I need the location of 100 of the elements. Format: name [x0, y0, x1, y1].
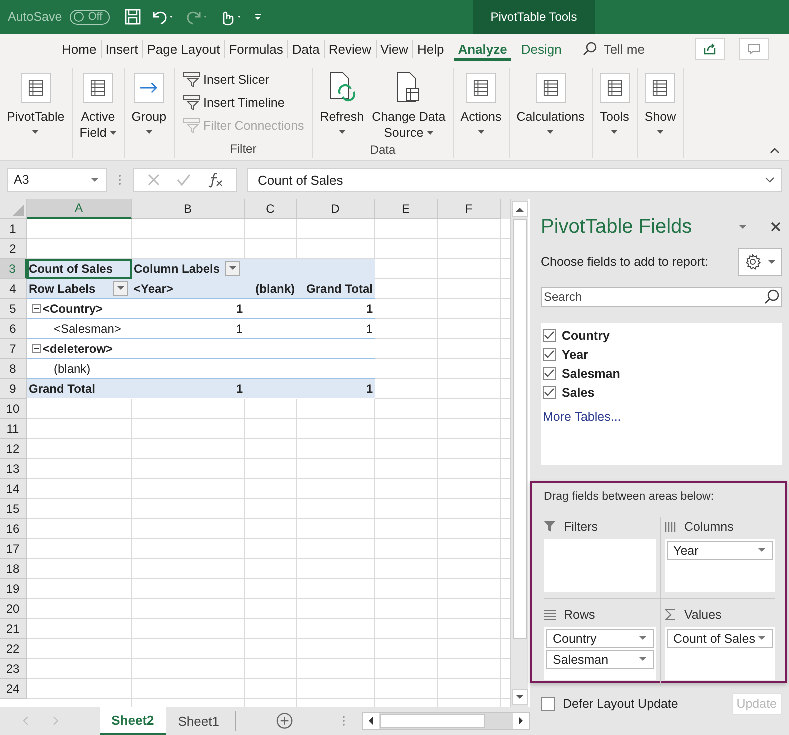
- ribbon-button[interactable]: Insert Timeline: [178, 91, 308, 114]
- row-header[interactable]: 1: [0, 219, 27, 239]
- collapse-icon[interactable]: [32, 344, 41, 353]
- scroll-thumb[interactable]: [380, 714, 485, 728]
- field-checkbox[interactable]: [543, 348, 556, 361]
- ribbon-tab[interactable]: Insert: [102, 37, 142, 61]
- sheet-tab[interactable]: Sheet1: [166, 707, 232, 735]
- column-header[interactable]: A: [27, 199, 132, 219]
- area-drop-zone[interactable]: Count of Sales: [664, 627, 775, 680]
- ribbon-button[interactable]: Calculations: [514, 68, 588, 158]
- pane-options-icon[interactable]: [738, 224, 748, 230]
- field-chip[interactable]: Salesman: [546, 650, 654, 669]
- row-header[interactable]: 23: [0, 659, 27, 679]
- row-header[interactable]: 8: [0, 359, 27, 379]
- row-header[interactable]: 18: [0, 559, 27, 579]
- row-header[interactable]: 19: [0, 579, 27, 599]
- field-checkbox[interactable]: [543, 329, 556, 342]
- scroll-left-button[interactable]: [362, 713, 379, 729]
- ribbon-button[interactable]: PivotTable: [4, 68, 68, 158]
- ribbon-tab[interactable]: Review: [324, 37, 376, 61]
- sigma-icon: [664, 609, 676, 621]
- horizontal-scrollbar[interactable]: [362, 712, 530, 730]
- collapse-ribbon-icon[interactable]: [769, 146, 781, 156]
- cell-text: Row Labels: [29, 282, 96, 296]
- group-label: Data: [370, 143, 396, 159]
- defer-checkbox[interactable]: [541, 697, 555, 711]
- column-header[interactable]: B: [132, 199, 245, 219]
- right-arrow-icon: [518, 717, 524, 725]
- formula-field[interactable]: Count of Sales: [247, 168, 782, 192]
- ribbon-tab[interactable]: Home: [58, 37, 101, 61]
- field-checkbox[interactable]: [543, 386, 556, 399]
- field-chip[interactable]: Country: [546, 629, 654, 648]
- row-header[interactable]: 4: [0, 279, 27, 299]
- row-header[interactable]: 7: [0, 339, 27, 359]
- column-header[interactable]: D: [297, 199, 375, 219]
- row-header[interactable]: 16: [0, 519, 27, 539]
- more-tables-link[interactable]: More Tables...: [543, 410, 622, 424]
- field-checkbox[interactable]: [543, 367, 556, 380]
- scroll-up-button[interactable]: [512, 201, 528, 217]
- row-header[interactable]: 11: [0, 419, 27, 439]
- close-icon[interactable]: [770, 221, 782, 233]
- column-header[interactable]: E: [375, 199, 438, 219]
- ribbon-button[interactable]: Refresh: [317, 68, 368, 143]
- area-label: Rows: [564, 608, 596, 622]
- ribbon-tab[interactable]: Design: [517, 37, 566, 61]
- row-header[interactable]: 5: [0, 299, 27, 319]
- share-button[interactable]: [695, 38, 725, 60]
- check-icon[interactable]: [176, 172, 192, 188]
- grip-icon: [117, 173, 123, 187]
- ribbon-button[interactable]: Active Field: [76, 68, 120, 158]
- scroll-down-button[interactable]: [512, 689, 528, 705]
- ribbon-tab[interactable]: Analyze: [454, 37, 512, 61]
- scroll-right-button[interactable]: [513, 713, 529, 729]
- ribbon-tab[interactable]: Data: [288, 37, 324, 61]
- row-header[interactable]: 9: [0, 379, 27, 399]
- ribbon-button[interactable]: Tools: [596, 68, 633, 158]
- row-header[interactable]: 20: [0, 599, 27, 619]
- scroll-thumb[interactable]: [512, 219, 526, 639]
- row-header[interactable]: 2: [0, 239, 27, 259]
- row-header[interactable]: 3: [0, 259, 27, 279]
- ribbon-tab[interactable]: Formulas: [225, 37, 288, 61]
- search-field[interactable]: Search: [541, 287, 782, 307]
- row-header[interactable]: 14: [0, 479, 27, 499]
- row-header[interactable]: 17: [0, 539, 27, 559]
- row-header[interactable]: 6: [0, 319, 27, 339]
- ribbon-tab[interactable]: View: [376, 37, 412, 61]
- row-header[interactable]: 15: [0, 499, 27, 519]
- row-header[interactable]: 21: [0, 619, 27, 639]
- field-chip[interactable]: Year: [666, 541, 773, 560]
- ribbon-button[interactable]: Actions: [458, 68, 505, 158]
- ribbon-tab[interactable]: Page Layout: [143, 37, 224, 61]
- column-header[interactable]: F: [438, 199, 501, 219]
- ribbon-tab[interactable]: Help: [413, 37, 448, 61]
- ribbon-button[interactable]: Insert Slicer: [178, 68, 308, 91]
- tell-me-field[interactable]: Tell me: [604, 42, 645, 56]
- row-header[interactable]: 13: [0, 459, 27, 479]
- field-chip[interactable]: Count of Sales: [666, 629, 773, 648]
- expand-icon[interactable]: [765, 177, 775, 183]
- column-header[interactable]: C: [245, 199, 297, 219]
- function-icon[interactable]: [206, 172, 224, 188]
- collapse-icon[interactable]: [32, 304, 41, 313]
- filter-dropdown-button[interactable]: [225, 261, 240, 276]
- settings-button[interactable]: [738, 248, 782, 276]
- ribbon-button[interactable]: Show: [642, 68, 680, 158]
- area-drop-zone[interactable]: Year: [664, 539, 775, 592]
- comments-button[interactable]: [739, 38, 769, 60]
- filter-dropdown-button[interactable]: [113, 281, 128, 296]
- row-header[interactable]: 10: [0, 399, 27, 419]
- ribbon-button[interactable]: Group: [128, 68, 170, 158]
- add-sheet-icon[interactable]: [276, 712, 294, 730]
- row-header[interactable]: 22: [0, 639, 27, 659]
- name-box[interactable]: A3: [7, 168, 107, 192]
- row-header[interactable]: 24: [0, 679, 27, 699]
- sheet-tab[interactable]: Sheet2: [100, 707, 166, 735]
- ribbon-button[interactable]: Change Data Source: [369, 68, 449, 143]
- save-icon[interactable]: [124, 8, 142, 26]
- area-drop-zone[interactable]: Country Salesman: [544, 627, 656, 680]
- row-header[interactable]: 12: [0, 439, 27, 459]
- search-icon: [582, 41, 598, 57]
- cell-text: <deleterow>: [43, 342, 114, 356]
